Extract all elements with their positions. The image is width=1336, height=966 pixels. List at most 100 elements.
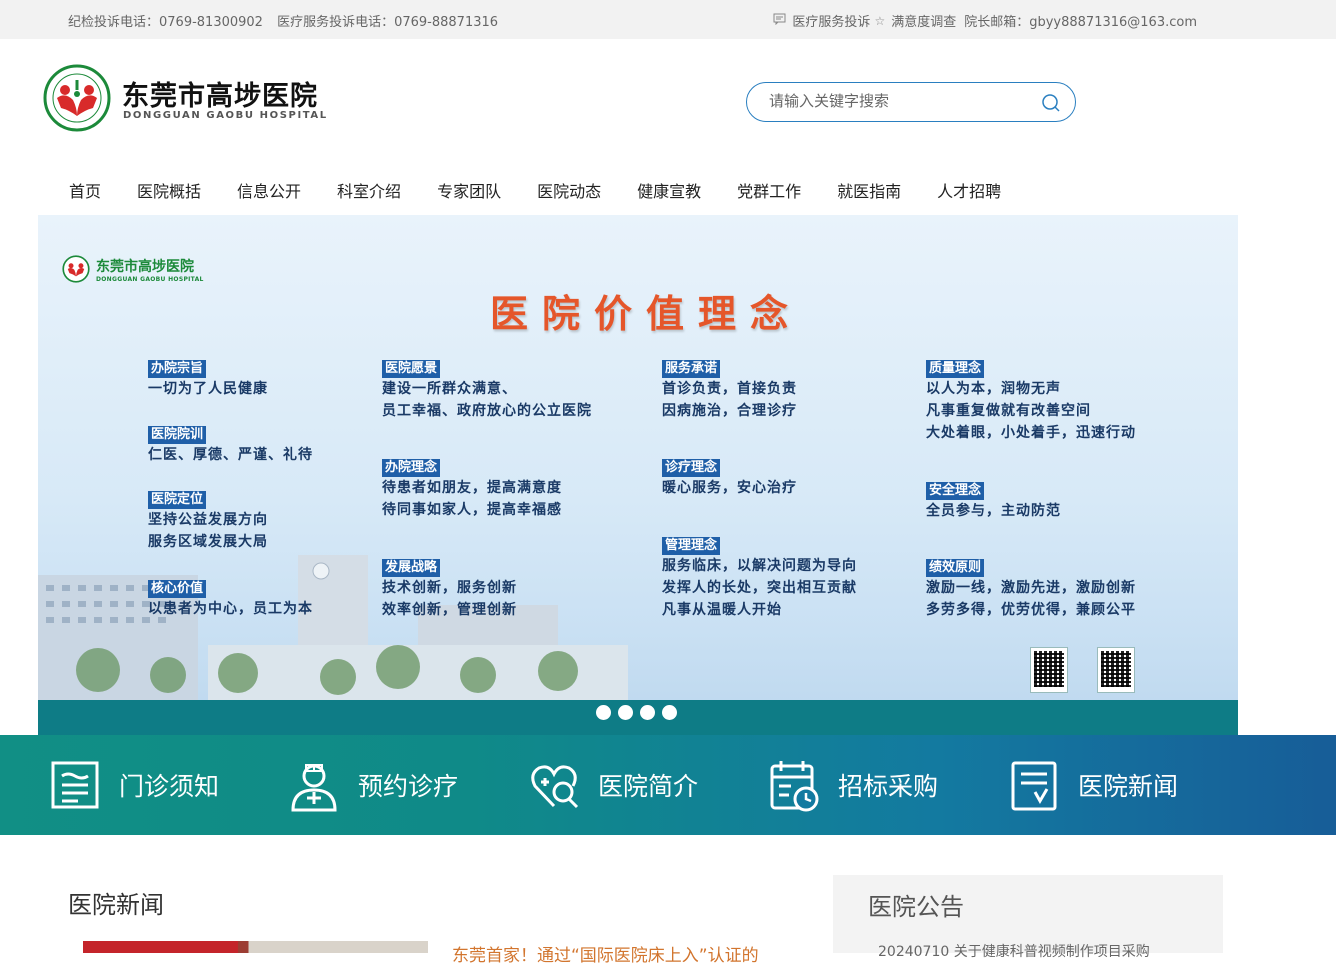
value-block: 办院理念待患者如朋友，提高满意度 待同事如家人，提高幸福感 bbox=[382, 456, 562, 521]
qr-code-2 bbox=[1097, 647, 1135, 693]
value-block-tag: 办院宗旨 bbox=[148, 360, 207, 378]
slide-dot[interactable] bbox=[640, 705, 655, 720]
value-block-tag: 绩效原则 bbox=[926, 559, 985, 577]
value-block-line: 以人为本，润物无声 bbox=[926, 381, 1061, 397]
quick-link-4[interactable]: 招标采购 bbox=[767, 735, 938, 835]
value-block: 绩效原则激励一线，激励先进，激励创新 多劳多得，优劳优得，兼顾公平 bbox=[926, 556, 1136, 621]
nav-item[interactable]: 专家团队 bbox=[437, 178, 501, 202]
value-block-line: 一切为了人民健康 bbox=[148, 381, 268, 397]
value-block: 管理理念服务临床，以解决问题为导向 发挥人的长处，突出相互贡献 凡事从温暖人开始 bbox=[662, 534, 857, 621]
banner-logo: 东莞市高埗医院 DONGGUAN GAOBU HOSPITAL bbox=[62, 255, 204, 283]
value-block-tag: 诊疗理念 bbox=[662, 459, 721, 477]
hospital-name-en: DONGGUAN GAOBU HOSPITAL bbox=[123, 110, 328, 121]
value-block-line: 坚持公益发展方向 bbox=[148, 512, 268, 528]
value-block: 医院院训仁医、厚德、严谨、礼待 bbox=[148, 423, 313, 466]
quick-link-1[interactable]: 门诊须知 bbox=[48, 735, 219, 835]
news-item-title[interactable]: 东莞首家！通过“国际医院床上入”认证的 bbox=[452, 941, 792, 966]
quick-link-label: 招标采购 bbox=[838, 772, 939, 801]
value-block-tag: 质量理念 bbox=[926, 360, 985, 378]
value-block-line: 建设一所群众满意、 bbox=[382, 381, 517, 397]
value-block: 安全理念 全员参与，主动防范 bbox=[926, 479, 1061, 522]
value-block-tag: 管理理念 bbox=[662, 537, 721, 555]
nav-item[interactable]: 就医指南 bbox=[837, 178, 901, 202]
value-block-line: 仁医、厚德、严谨、礼待 bbox=[148, 447, 313, 463]
nav-item[interactable]: 科室介绍 bbox=[337, 178, 401, 202]
main-nav: 首页 医院概括 信息公开 科室介绍 专家团队 医院动态 健康宣教 党群工作 就医指南 人才招聘 bbox=[69, 178, 1037, 202]
news-doc-icon bbox=[1011, 761, 1057, 811]
value-block: 诊疗理念暖心服务，安心治疗 bbox=[662, 456, 797, 499]
value-block-line: 凡事从温暖人开始 bbox=[662, 602, 782, 618]
hospital-logo-icon[interactable] bbox=[43, 64, 111, 132]
value-block-line: 技术创新，服务创新 bbox=[382, 580, 517, 596]
nav-item[interactable]: 首页 bbox=[69, 178, 101, 202]
value-block-line: 全员参与，主动防范 bbox=[926, 503, 1061, 519]
comment-icon bbox=[773, 13, 786, 28]
notice-item[interactable]: 20240710 关于健康科普视频制作项目采购 bbox=[878, 941, 1198, 961]
calendar-clock-icon bbox=[770, 761, 819, 812]
quick-link-label: 门诊须知 bbox=[119, 772, 220, 801]
survey-link[interactable]: 满意度调查 bbox=[891, 11, 956, 30]
medical-phone: 医疗服务投诉电话：0769-88871316 bbox=[277, 15, 499, 30]
value-block-line: 待同事如家人，提高幸福感 bbox=[382, 502, 562, 518]
slide-dot[interactable] bbox=[596, 705, 611, 720]
outpatient-notice-icon bbox=[51, 761, 99, 809]
value-block: 办院宗旨一切为了人民健康 bbox=[148, 357, 268, 400]
value-block-line: 发挥人的长处，突出相互贡献 bbox=[662, 580, 857, 596]
value-block-line: 大处着眼，小处着手，迅速行动 bbox=[926, 425, 1136, 441]
value-block-line: 待患者如朋友，提高满意度 bbox=[382, 480, 562, 496]
banner-logo-sub: DONGGUAN GAOBU HOSPITAL bbox=[96, 275, 204, 283]
value-block-tag: 办院理念 bbox=[382, 459, 441, 477]
nav-item[interactable]: 党群工作 bbox=[737, 178, 801, 202]
quick-link-label: 预约诊疗 bbox=[358, 772, 459, 801]
quick-link-label: 医院新闻 bbox=[1078, 772, 1179, 801]
top-bar: 纪检投诉电话：0769-81300902 医疗服务投诉电话：0769-88871… bbox=[0, 0, 1336, 39]
hospital-building-illustration bbox=[38, 555, 628, 700]
news-image[interactable] bbox=[83, 941, 428, 953]
email-link[interactable]: 院长邮箱：gbyy88871316@163.com bbox=[964, 11, 1197, 30]
value-block-line: 暖心服务，安心治疗 bbox=[662, 480, 797, 496]
nav-item[interactable]: 健康宣教 bbox=[637, 178, 701, 202]
nav-item[interactable]: 医院动态 bbox=[537, 178, 601, 202]
news-heading: 医院新闻 bbox=[68, 891, 164, 919]
value-block-line: 效率创新，管理创新 bbox=[382, 602, 517, 618]
quick-link-5[interactable]: 医院新闻 bbox=[1007, 735, 1178, 835]
banner-logo-icon bbox=[62, 255, 90, 283]
value-block-line: 激励一线，激励先进，激励创新 bbox=[926, 580, 1136, 596]
value-block-line: 首诊负责，首接负责 bbox=[662, 381, 797, 397]
slide-dot[interactable] bbox=[662, 705, 677, 720]
value-block-line: 以患者为中心，员工为本 bbox=[148, 601, 313, 617]
discipline-phone: 纪检投诉电话：0769-81300902 bbox=[68, 15, 263, 30]
search-box[interactable] bbox=[746, 82, 1076, 122]
star-icon: ☆ bbox=[874, 13, 886, 28]
nav-item[interactable]: 医院概括 bbox=[137, 178, 201, 202]
doctor-icon bbox=[291, 764, 337, 812]
complaint-phones: 纪检投诉电话：0769-81300902 医疗服务投诉电话：0769-88871… bbox=[68, 11, 508, 30]
search-icon[interactable] bbox=[1041, 93, 1061, 113]
value-block-line: 多劳多得，优劳优得，兼顾公平 bbox=[926, 602, 1136, 618]
search-input[interactable] bbox=[769, 92, 1029, 110]
quick-link-2[interactable]: 预约诊疗 bbox=[287, 735, 458, 835]
notice-panel: 医院公告 20240710 关于健康科普视频制作项目采购 bbox=[833, 875, 1223, 960]
value-block-tag: 发展战略 bbox=[382, 559, 441, 577]
value-block-line: 服务临床，以解决问题为导向 bbox=[662, 558, 857, 574]
hero-banner[interactable]: 东莞市高埗医院 DONGGUAN GAOBU HOSPITAL 医院价值理念 办… bbox=[38, 215, 1238, 735]
hospital-name: 东莞市高埗医院 bbox=[122, 81, 318, 112]
value-block: 核心价值 以患者为中心，员工为本 bbox=[148, 577, 313, 620]
quick-link-3[interactable]: 医院简介 bbox=[527, 735, 698, 835]
value-block: 发展战略技术创新，服务创新 效率创新，管理创新 bbox=[382, 556, 517, 621]
nav-item[interactable]: 信息公开 bbox=[237, 178, 301, 202]
slide-dot[interactable] bbox=[618, 705, 633, 720]
nav-item[interactable]: 人才招聘 bbox=[937, 178, 1001, 202]
banner-title: 医院价值理念 bbox=[490, 291, 803, 336]
complaint-link[interactable]: 医疗服务投诉 bbox=[792, 11, 870, 30]
value-block-tag: 医院定位 bbox=[148, 491, 207, 509]
value-block: 医院愿景 建设一所群众满意、 员工幸福、政府放心的公立医院 bbox=[382, 357, 592, 422]
value-block-line: 凡事重复做就有改善空间 bbox=[926, 403, 1091, 419]
value-block: 质量理念以人为本，润物无声凡事重复做就有改善空间大处着眼，小处着手，迅速行动 bbox=[926, 357, 1136, 444]
top-links: 医疗服务投诉 ☆ 满意度调查 院长邮箱：gbyy88871316@163.com bbox=[773, 11, 1197, 30]
slide-indicator bbox=[596, 705, 677, 720]
notice-heading: 医院公告 bbox=[868, 893, 964, 921]
value-block: 服务承诺 首诊负责，首接负责 因病施治，合理诊疗 bbox=[662, 357, 797, 422]
quick-link-label: 医院简介 bbox=[598, 772, 699, 801]
value-block-tag: 医院院训 bbox=[148, 426, 207, 444]
